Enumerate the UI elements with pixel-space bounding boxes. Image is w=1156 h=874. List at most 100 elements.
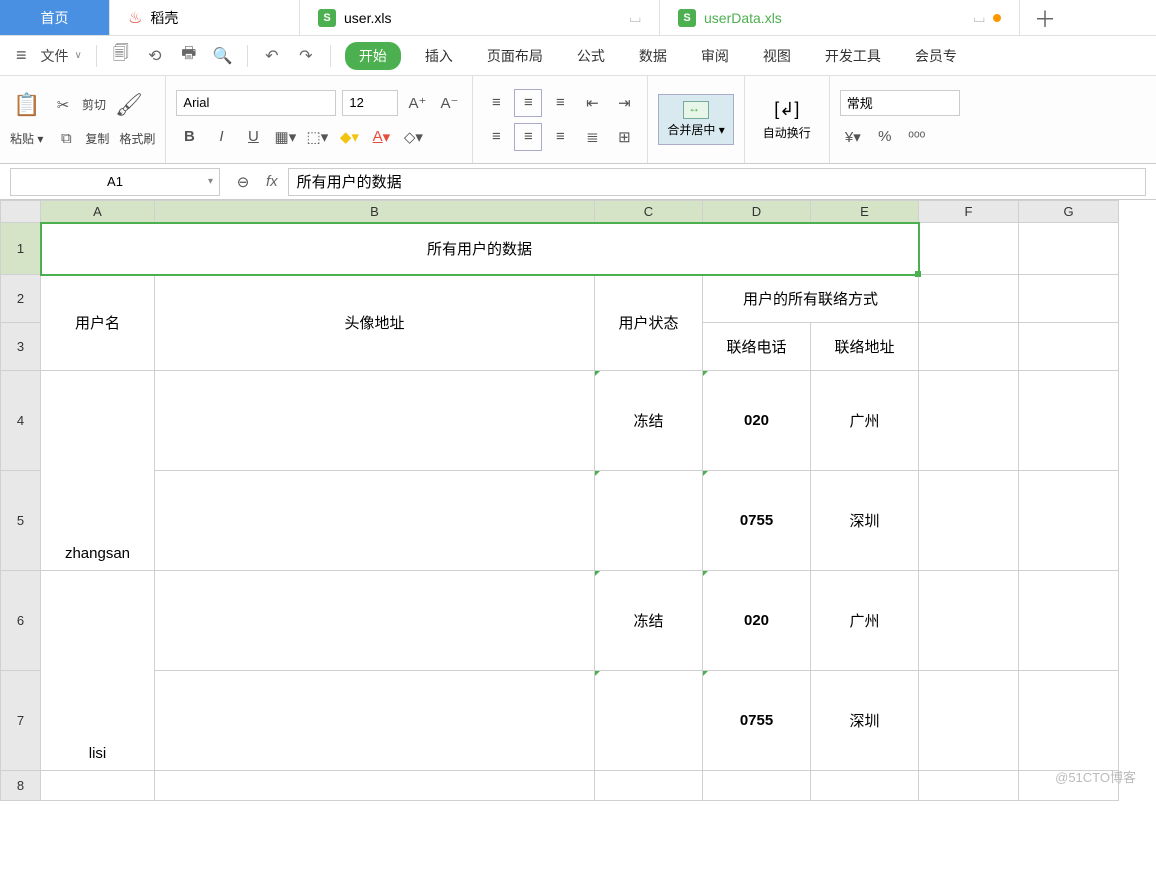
cell-phone-4[interactable]: 0755 xyxy=(703,671,811,771)
row-header-3[interactable]: 3 xyxy=(1,323,41,371)
cell-phone-1[interactable]: 020 xyxy=(703,371,811,471)
increase-font-icon[interactable]: A⁺ xyxy=(404,90,430,116)
border-icon[interactable]: ▦▾ xyxy=(272,124,298,150)
decrease-font-icon[interactable]: A⁻ xyxy=(436,90,462,116)
tab-shell[interactable]: ♨ 稻壳 xyxy=(110,0,300,35)
cell[interactable] xyxy=(595,771,703,801)
row-header-8[interactable]: 8 xyxy=(1,771,41,801)
ribbon-tab-formula[interactable]: 公式 xyxy=(567,44,615,68)
col-header-e[interactable]: E xyxy=(811,201,919,223)
cell-phone-3[interactable]: 020 xyxy=(703,571,811,671)
cell-addr-1[interactable]: 广州 xyxy=(811,371,919,471)
ribbon-tab-view[interactable]: 视图 xyxy=(753,44,801,68)
cell-status-1b[interactable] xyxy=(595,471,703,571)
cell[interactable] xyxy=(919,471,1019,571)
ribbon-tab-dev[interactable]: 开发工具 xyxy=(815,44,891,68)
name-box[interactable]: A1 xyxy=(10,168,220,196)
cell-header-status[interactable]: 用户状态 xyxy=(595,275,703,371)
cell[interactable] xyxy=(919,571,1019,671)
orientation-icon[interactable]: ⊞ xyxy=(611,124,637,150)
col-header-a[interactable]: A xyxy=(41,201,155,223)
cell[interactable] xyxy=(919,371,1019,471)
cell[interactable] xyxy=(703,771,811,801)
clear-format-icon[interactable]: ◇▾ xyxy=(400,124,426,150)
align-bottom-icon[interactable]: ≡ xyxy=(547,90,573,116)
cell[interactable] xyxy=(919,771,1019,801)
cell-status-2[interactable]: 冻结 xyxy=(595,571,703,671)
cell-header-avatar[interactable]: 头像地址 xyxy=(155,275,595,371)
number-format-select[interactable] xyxy=(840,90,960,116)
cell[interactable] xyxy=(811,771,919,801)
ribbon-tab-review[interactable]: 审阅 xyxy=(691,44,739,68)
col-header-b[interactable]: B xyxy=(155,201,595,223)
col-header-g[interactable]: G xyxy=(1019,201,1119,223)
cell-header-addr[interactable]: 联络地址 xyxy=(811,323,919,371)
font-size-select[interactable] xyxy=(342,90,398,116)
cell[interactable] xyxy=(919,223,1019,275)
cell[interactable] xyxy=(1019,223,1119,275)
row-header-6[interactable]: 6 xyxy=(1,571,41,671)
hamburger-icon[interactable]: ≡ xyxy=(16,45,27,66)
col-header-c[interactable]: C xyxy=(595,201,703,223)
align-middle-icon[interactable]: ≡ xyxy=(515,90,541,116)
paste-label[interactable]: 粘贴 ▾ xyxy=(10,130,43,147)
col-header-d[interactable]: D xyxy=(703,201,811,223)
spreadsheet-grid[interactable]: A B C D E F G 1 所有用户的数据 2 用户名 头像地址 用户状态 … xyxy=(0,200,1156,801)
cell[interactable] xyxy=(41,771,155,801)
fx-icon[interactable]: fx xyxy=(266,173,278,190)
font-color-icon[interactable]: A▾ xyxy=(368,124,394,150)
font-name-select[interactable] xyxy=(176,90,336,116)
save-icon[interactable]: 🗐 xyxy=(111,46,131,66)
row-header-4[interactable]: 4 xyxy=(1,371,41,471)
currency-icon[interactable]: ¥▾ xyxy=(840,124,866,150)
row-header-7[interactable]: 7 xyxy=(1,671,41,771)
paste-icon[interactable]: 📋 xyxy=(10,88,44,122)
cut-button[interactable]: ✂剪切 xyxy=(50,92,106,118)
row-header-2[interactable]: 2 xyxy=(1,275,41,323)
copy-button[interactable]: ⧉复制 xyxy=(53,126,109,152)
cell-addr-4[interactable]: 深圳 xyxy=(811,671,919,771)
row-header-1[interactable]: 1 xyxy=(1,223,41,275)
indent-inc-icon[interactable]: ⇥ xyxy=(611,90,637,116)
zoom-out-icon[interactable]: ⊖ xyxy=(230,169,256,195)
cell-addr-2[interactable]: 深圳 xyxy=(811,471,919,571)
cell-status-2b[interactable] xyxy=(595,671,703,771)
cell-title[interactable]: 所有用户的数据 xyxy=(41,223,919,275)
col-header-f[interactable]: F xyxy=(919,201,1019,223)
cell[interactable] xyxy=(155,671,595,771)
cell[interactable] xyxy=(1019,371,1119,471)
cell-status-1[interactable]: 冻结 xyxy=(595,371,703,471)
cell-phone-2[interactable]: 0755 xyxy=(703,471,811,571)
cell[interactable] xyxy=(1019,571,1119,671)
merge-center-button[interactable]: 合并居中 ▾ xyxy=(658,94,733,145)
cell-header-phone[interactable]: 联络电话 xyxy=(703,323,811,371)
fill-style-icon[interactable]: ⬚▾ xyxy=(304,124,330,150)
format-painter-icon[interactable]: 🖌 xyxy=(112,88,146,122)
ribbon-tab-start[interactable]: 开始 xyxy=(345,42,401,70)
align-top-icon[interactable]: ≡ xyxy=(483,90,509,116)
wrap-text-button[interactable]: [↲] 自动换行 xyxy=(755,93,819,147)
cell[interactable] xyxy=(919,323,1019,371)
ribbon-tab-data[interactable]: 数据 xyxy=(629,44,677,68)
cell[interactable] xyxy=(1019,671,1119,771)
cell[interactable] xyxy=(919,275,1019,323)
cell-user-2[interactable]: lisi xyxy=(41,571,155,771)
preview-icon[interactable]: 🔍 xyxy=(213,46,233,66)
ribbon-tab-insert[interactable]: 插入 xyxy=(415,44,463,68)
select-all-corner[interactable] xyxy=(1,201,41,223)
tab-file-userdata[interactable]: S userData.xls ⌴ xyxy=(660,0,1020,35)
formula-input[interactable] xyxy=(288,168,1146,196)
cell[interactable] xyxy=(1019,471,1119,571)
print-icon[interactable]: 🖶 xyxy=(179,46,199,66)
cell-avatar-1[interactable] xyxy=(155,371,595,471)
cell-avatar-2[interactable] xyxy=(155,571,595,671)
underline-icon[interactable]: U xyxy=(240,124,266,150)
ribbon-tab-layout[interactable]: 页面布局 xyxy=(477,44,553,68)
italic-icon[interactable]: I xyxy=(208,124,234,150)
export-icon[interactable]: ⟲ xyxy=(145,46,165,66)
cell[interactable] xyxy=(1019,275,1119,323)
file-menu[interactable]: 文件∨ xyxy=(41,46,82,66)
thousands-icon[interactable]: ᵒᵒᵒ xyxy=(904,124,930,150)
cell-user-1[interactable]: zhangsan xyxy=(41,371,155,571)
cell-header-user[interactable]: 用户名 xyxy=(41,275,155,371)
